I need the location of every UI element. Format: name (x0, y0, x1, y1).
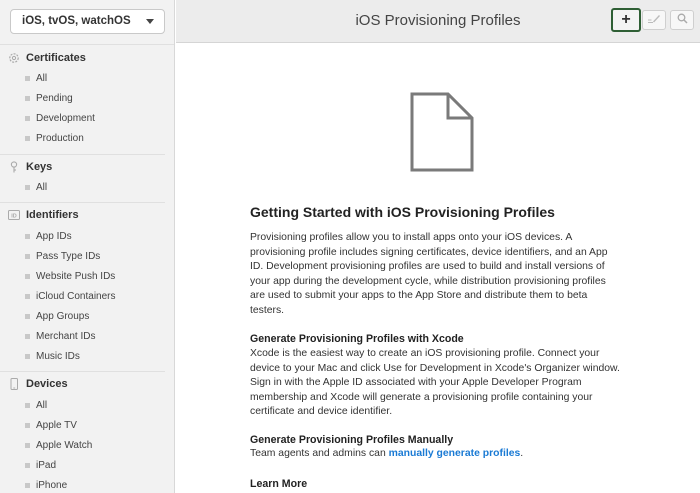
manually-generate-profiles-link[interactable]: manually generate profiles (389, 448, 521, 459)
search-button[interactable] (670, 10, 694, 30)
bullet (25, 253, 30, 259)
sidebar-item-label: iPad (36, 459, 57, 471)
xcode-heading: Generate Provisioning Profiles with Xcod… (250, 333, 464, 345)
bullet (25, 115, 30, 121)
bullet (25, 402, 30, 408)
sidebar-item-label: Merchant IDs (36, 330, 96, 342)
section-title: Certificates (26, 52, 86, 64)
add-button[interactable]: + (611, 8, 641, 32)
sidebar-item-label: All (36, 181, 48, 193)
device-icon (8, 378, 20, 390)
bullet (25, 353, 30, 359)
sidebar-item-label: Website Push IDs (36, 270, 116, 282)
sidebar-item-apple-watch[interactable]: Apple Watch (25, 437, 92, 453)
bullet (25, 333, 30, 339)
chevron-down-icon (146, 19, 154, 24)
bullet (25, 293, 30, 299)
sidebar-item-icloud-containers[interactable]: iCloud Containers (25, 288, 116, 304)
key-icon (8, 161, 20, 173)
sidebar-item-label: Apple TV (36, 419, 77, 431)
svg-text:ID: ID (11, 214, 17, 220)
gear-icon (8, 52, 20, 64)
header: iOS Provisioning Profiles + (176, 0, 700, 43)
bullet (25, 482, 30, 488)
document-icon (410, 92, 474, 177)
intro-paragraph: Provisioning profiles allow you to insta… (250, 232, 608, 316)
bullet (25, 313, 30, 319)
sidebar: iOS, tvOS, watchOS Certificates All Pend… (0, 0, 175, 493)
sidebar-item-iphone[interactable]: iPhone (25, 477, 67, 493)
sidebar-item-music-ids[interactable]: Music IDs (25, 348, 80, 364)
bullet (25, 184, 30, 190)
pencil-icon (647, 11, 661, 29)
bullet (25, 75, 30, 81)
platform-select[interactable]: iOS, tvOS, watchOS (10, 9, 165, 34)
sidebar-item-label: App Groups (36, 310, 90, 322)
sidebar-item-pending[interactable]: Pending (25, 90, 73, 106)
sidebar-item-label: Pending (36, 92, 73, 104)
section-certificates: Certificates (8, 50, 86, 66)
bullet (25, 135, 30, 141)
section-identifiers: ID Identifiers (8, 207, 79, 223)
sidebar-item-label: Development (36, 112, 95, 124)
sidebar-item-merchant-ids[interactable]: Merchant IDs (25, 328, 95, 344)
page-heading: Getting Started with iOS Provisioning Pr… (250, 204, 555, 220)
search-icon (677, 11, 688, 29)
manual-heading: Generate Provisioning Profiles Manually (250, 434, 454, 446)
sidebar-item-label: iCloud Containers (36, 290, 116, 302)
sidebar-item-app-ids[interactable]: App IDs (25, 228, 72, 244)
bullet (25, 273, 30, 279)
sidebar-item-label: All (36, 72, 48, 84)
edit-button[interactable] (642, 10, 666, 30)
sidebar-item-label: Pass Type IDs (36, 250, 101, 262)
section-keys: Keys (8, 159, 52, 175)
manual-text: Team agents and admins can (250, 448, 389, 459)
sidebar-item-label: iPhone (36, 479, 68, 491)
sidebar-item-app-groups[interactable]: App Groups (25, 308, 89, 324)
platform-select-value: iOS, tvOS, watchOS (22, 15, 131, 27)
bullet (25, 233, 30, 239)
sidebar-item-label: Music IDs (36, 350, 80, 362)
manual-period: . (520, 448, 524, 459)
learn-more-heading: Learn More (250, 478, 308, 490)
bullet (25, 442, 30, 448)
sidebar-item-label: Production (36, 132, 84, 144)
sidebar-item-pass-type-ids[interactable]: Pass Type IDs (25, 248, 100, 264)
section-title: Identifiers (26, 209, 79, 221)
id-icon: ID (8, 209, 20, 221)
sidebar-item-keys-all[interactable]: All (25, 179, 47, 195)
sidebar-item-devices-all[interactable]: All (25, 397, 47, 413)
sidebar-item-website-push-ids[interactable]: Website Push IDs (25, 268, 115, 284)
sidebar-item-certificates-all[interactable]: All (25, 70, 47, 86)
plus-icon: + (621, 11, 631, 28)
section-title: Devices (26, 378, 68, 390)
bullet (25, 422, 30, 428)
sidebar-item-production[interactable]: Production (25, 130, 84, 146)
section-devices: Devices (8, 376, 68, 392)
sidebar-item-apple-tv[interactable]: Apple TV (25, 417, 77, 433)
section-title: Keys (26, 161, 53, 173)
sidebar-item-label: Apple Watch (36, 439, 93, 451)
sidebar-item-label: App IDs (36, 230, 72, 242)
sidebar-item-ipad[interactable]: iPad (25, 457, 56, 473)
bullet (25, 95, 30, 101)
divider (0, 371, 165, 372)
divider (0, 202, 165, 203)
manual-paragraph: Team agents and admins can manually gene… (250, 447, 620, 462)
divider (0, 154, 165, 155)
sidebar-item-label: All (36, 399, 48, 411)
divider (0, 44, 174, 45)
xcode-paragraph: Xcode is the easiest way to create an iO… (250, 348, 620, 418)
sidebar-item-development[interactable]: Development (25, 110, 95, 126)
main-content: Getting Started with iOS Provisioning Pr… (176, 44, 700, 493)
bullet (25, 462, 30, 468)
